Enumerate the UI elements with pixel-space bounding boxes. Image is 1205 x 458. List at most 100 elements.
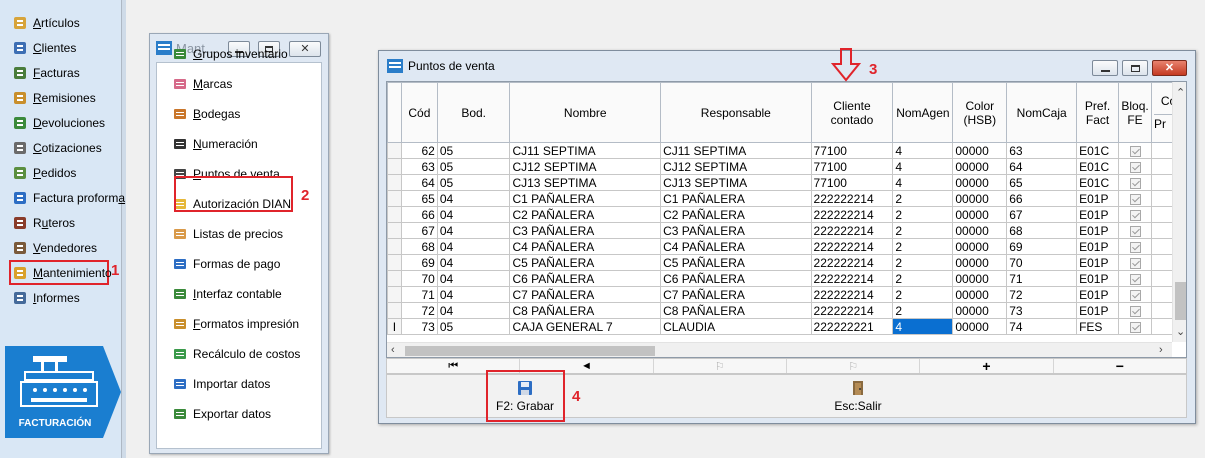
cell-cod[interactable]: 70 xyxy=(400,270,438,287)
cell-nombre[interactable]: C4 PAÑALERA xyxy=(509,238,662,255)
mant-item-6[interactable]: Listas de precios xyxy=(172,224,283,244)
checkbox-checked-icon[interactable] xyxy=(1129,289,1141,301)
cell-nombre[interactable]: CJ11 SEPTIMA xyxy=(509,142,662,159)
cell-agen[interactable]: 2 xyxy=(892,254,954,271)
row-indicator[interactable] xyxy=(387,254,402,271)
cell-caja[interactable]: 74 xyxy=(1006,318,1078,335)
cell-cod[interactable]: 71 xyxy=(400,286,438,303)
cell-bloq-fe[interactable] xyxy=(1118,174,1153,191)
row-indicator[interactable] xyxy=(387,142,402,159)
cell-resp[interactable]: CJ12 SEPTIMA xyxy=(660,158,812,175)
cell-agen[interactable]: 2 xyxy=(892,238,954,255)
cell-agen[interactable]: 2 xyxy=(892,206,954,223)
row-indicator[interactable] xyxy=(387,190,402,207)
cell-bloq-fe[interactable] xyxy=(1118,302,1153,319)
cell-agen[interactable]: 2 xyxy=(892,222,954,239)
col-header-6[interactable]: Color (HSB) xyxy=(952,82,1008,143)
cell-pref[interactable]: E01C xyxy=(1076,142,1120,159)
cell-agen[interactable]: 2 xyxy=(892,270,954,287)
cell-resp[interactable]: C1 PAÑALERA xyxy=(660,190,812,207)
cell-color[interactable]: 00000 xyxy=(952,206,1008,223)
cell-cliente[interactable]: 222222221 xyxy=(810,318,894,335)
cell-cliente[interactable]: 77100 xyxy=(810,158,894,175)
cell-color[interactable]: 00000 xyxy=(952,142,1008,159)
cell-cod[interactable]: 66 xyxy=(400,206,438,223)
checkbox-checked-icon[interactable] xyxy=(1129,225,1141,237)
sidebar-item-10[interactable]: Mantenimiento xyxy=(12,263,112,283)
cell-cliente[interactable]: 222222214 xyxy=(810,222,894,239)
scroll-right-icon[interactable]: › xyxy=(1159,344,1163,356)
cell-cliente[interactable]: 222222214 xyxy=(810,206,894,223)
row-indicator[interactable] xyxy=(387,174,402,191)
cell-bod[interactable]: 04 xyxy=(436,302,511,319)
cell-color[interactable]: 00000 xyxy=(952,190,1008,207)
table-row[interactable]: 70 04 C6 PAÑALERA C6 PAÑALERA 222222214 2 0000… xyxy=(387,270,1186,287)
row-indicator[interactable] xyxy=(387,286,402,303)
sidebar-item-3[interactable]: Remisiones xyxy=(12,88,96,108)
checkbox-checked-icon[interactable] xyxy=(1129,145,1141,157)
table-row[interactable]: 66 04 C2 PAÑALERA C2 PAÑALERA 222222214 2 0000… xyxy=(387,206,1186,223)
horizontal-scrollbar[interactable]: ‹ › xyxy=(387,342,1172,357)
cell-resp[interactable]: C2 PAÑALERA xyxy=(660,206,812,223)
mant-item-12[interactable]: Exportar datos xyxy=(172,404,271,424)
cell-bod[interactable]: 04 xyxy=(436,222,511,239)
cell-agen[interactable]: 2 xyxy=(892,286,954,303)
cell-pref[interactable]: E01P xyxy=(1076,286,1120,303)
nav-next-button[interactable]: ⚐ xyxy=(654,359,787,373)
cell-cliente[interactable]: 77100 xyxy=(810,142,894,159)
cell-color[interactable]: 00000 xyxy=(952,270,1008,287)
cell-resp[interactable]: CJ11 SEPTIMA xyxy=(660,142,812,159)
scroll-down-icon[interactable]: ⌄ xyxy=(1176,325,1185,338)
col-header-0[interactable]: Cód xyxy=(400,82,438,143)
cell-cod[interactable]: 62 xyxy=(400,142,438,159)
cell-pref[interactable]: E01P xyxy=(1076,270,1120,287)
mant-close-button[interactable]: ✕ xyxy=(289,41,321,57)
cell-caja[interactable]: 64 xyxy=(1006,158,1078,175)
cell-cliente[interactable]: 222222214 xyxy=(810,302,894,319)
pv-title-bar[interactable]: Puntos de venta xyxy=(379,51,1195,81)
sidebar-item-7[interactable]: Factura proforma xyxy=(12,188,125,208)
col-header-9[interactable]: Bloq. FE xyxy=(1118,82,1153,143)
cell-cod[interactable]: 73 xyxy=(400,318,438,335)
mant-item-1[interactable]: Marcas xyxy=(172,74,232,94)
cell-resp[interactable]: CLAUDIA xyxy=(660,318,812,335)
row-indicator[interactable] xyxy=(387,238,402,255)
cell-nombre[interactable]: C5 PAÑALERA xyxy=(509,254,662,271)
cell-bod[interactable]: 04 xyxy=(436,270,511,287)
cell-caja[interactable]: 63 xyxy=(1006,142,1078,159)
pv-close-button[interactable]: ✕ xyxy=(1152,60,1187,76)
cell-bloq-fe[interactable] xyxy=(1118,286,1153,303)
cell-cod[interactable]: 63 xyxy=(400,158,438,175)
vertical-scroll-thumb[interactable] xyxy=(1175,282,1186,320)
cell-bod[interactable]: 05 xyxy=(436,318,511,335)
cell-agen[interactable]: 4 xyxy=(892,174,954,191)
table-row[interactable]: 67 04 C3 PAÑALERA C3 PAÑALERA 222222214 2 0000… xyxy=(387,222,1186,239)
mant-item-9[interactable]: Formatos impresión xyxy=(172,314,299,334)
cell-nombre[interactable]: CAJA GENERAL 7 xyxy=(509,318,662,335)
cell-pref[interactable]: FES xyxy=(1076,318,1120,335)
cell-agen[interactable]: 4 xyxy=(892,318,954,335)
cell-nombre[interactable]: CJ12 SEPTIMA xyxy=(509,158,662,175)
cell-pref[interactable]: E01P xyxy=(1076,222,1120,239)
cell-resp[interactable]: C5 PAÑALERA xyxy=(660,254,812,271)
cell-cliente[interactable]: 222222214 xyxy=(810,190,894,207)
cell-pref[interactable]: E01C xyxy=(1076,158,1120,175)
cell-bod[interactable]: 05 xyxy=(436,142,511,159)
sidebar-item-4[interactable]: Devoluciones xyxy=(12,113,105,133)
sidebar-item-0[interactable]: Artículos xyxy=(12,13,80,33)
sidebar-item-6[interactable]: Pedidos xyxy=(12,163,76,183)
cell-agen[interactable]: 4 xyxy=(892,142,954,159)
cell-bloq-fe[interactable] xyxy=(1118,190,1153,207)
mant-item-11[interactable]: Importar datos xyxy=(172,374,270,394)
checkbox-checked-icon[interactable] xyxy=(1129,161,1141,173)
sidebar-item-5[interactable]: Cotizaciones xyxy=(12,138,102,158)
mant-item-7[interactable]: Formas de pago xyxy=(172,254,280,274)
mant-item-2[interactable]: Bodegas xyxy=(172,104,240,124)
sidebar-item-11[interactable]: Informes xyxy=(12,288,80,308)
checkbox-checked-icon[interactable] xyxy=(1129,241,1141,253)
cell-caja[interactable]: 68 xyxy=(1006,222,1078,239)
cell-agen[interactable]: 2 xyxy=(892,302,954,319)
scroll-up-icon[interactable]: ⌃ xyxy=(1176,86,1185,99)
cell-cliente[interactable]: 222222214 xyxy=(810,286,894,303)
cell-nombre[interactable]: C8 PAÑALERA xyxy=(509,302,662,319)
